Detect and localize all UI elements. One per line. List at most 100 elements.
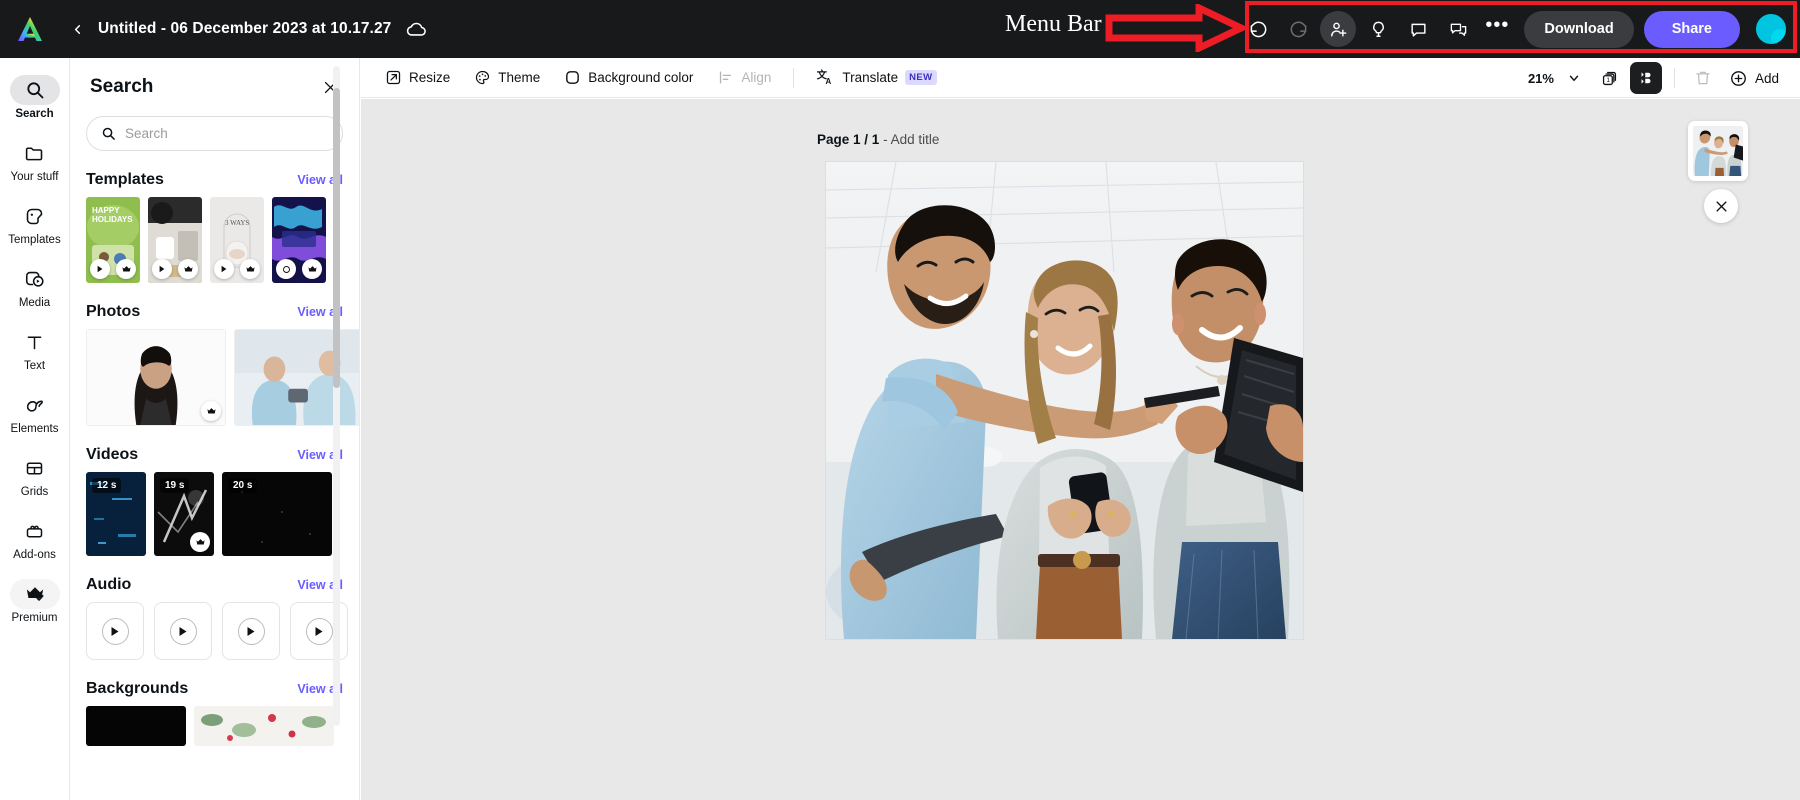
sidebar-item-label: Text [23,360,46,372]
play-icon[interactable] [214,259,234,279]
grids-icon [10,453,60,483]
align-label: Align [741,70,772,85]
download-button[interactable]: Download [1524,10,1634,48]
sidebar-item-elements[interactable]: Elements [0,381,70,444]
sidebar-item-search[interactable]: Search [0,66,70,129]
undo-icon[interactable] [1240,11,1276,47]
zoom-level-value[interactable]: 21% [1528,71,1554,86]
theme-button[interactable]: Theme [464,63,550,93]
sidebar-item-media[interactable]: Media [0,255,70,318]
section-header-photos: Photos View all [70,303,359,321]
crown-icon [116,259,136,279]
video-duration-badge: 20 s [228,478,258,493]
translate-button[interactable]: 文 A Translate NEW [806,63,946,93]
backgrounds-strip [70,706,359,746]
canvas-area[interactable]: Page 1 / 1 - Add title [361,99,1800,800]
audio-card[interactable] [154,602,212,660]
search-input[interactable] [125,126,328,141]
more-options-icon[interactable]: ••• [1480,11,1514,47]
document-title[interactable]: Untitled - 06 December 2023 at 10.17.27 [98,20,391,38]
video-card[interactable]: 19 s [154,472,214,556]
panel-scrollbar[interactable] [333,66,340,726]
svg-text:A: A [826,77,832,86]
avatar[interactable] [1756,14,1786,44]
video-card[interactable]: 12 s [86,472,146,556]
search-icon [9,75,60,105]
template-card[interactable] [148,197,202,283]
page-photo[interactable] [826,162,1303,639]
photo-card[interactable] [234,329,359,426]
toolbar-divider-right [1673,68,1675,88]
back-button[interactable] [60,0,94,58]
video-duration-badge: 12 s [92,478,122,493]
sidebar-item-premium[interactable]: Premium [0,570,70,633]
grid-view-icon[interactable] [1629,62,1662,94]
chat-icon[interactable] [1440,11,1476,47]
resize-icon [385,69,402,86]
add-title-placeholder[interactable]: - Add title [883,132,939,147]
sidebar-item-label: Search [15,108,54,120]
editor-toolbar-right: 21% 1 Add [1528,58,1788,98]
redo-icon[interactable] [1280,11,1316,47]
play-icon[interactable] [90,259,110,279]
trash-icon[interactable] [1687,62,1719,94]
sidebar-item-text[interactable]: Text [0,318,70,381]
page-count-icon[interactable]: 1 [1594,62,1626,94]
page-title-label[interactable]: Page 1 / 1 - Add title [817,132,939,147]
template-card[interactable]: HAPPY HOLIDAYS [86,197,140,283]
folder-icon [10,138,60,168]
sidebar-item-your-stuff[interactable]: Your stuff [0,129,70,192]
play-icon[interactable] [152,259,172,279]
video-duration-badge: 19 s [160,478,190,493]
crown-icon [201,401,221,421]
sidebar-item-label: Premium [11,612,58,624]
sidebar-item-add-ons[interactable]: Add-ons [0,507,70,570]
background-color-button[interactable]: Background color [554,63,703,93]
annotation-arrow-icon [1105,2,1250,57]
scrollbar-thumb[interactable] [333,88,340,388]
align-button[interactable]: Align [707,63,781,93]
resize-label: Resize [409,70,451,85]
ideas-lightbulb-icon[interactable] [1360,11,1396,47]
editor-toolbar: Resize Theme Background color Align 文 A … [361,58,1800,98]
audio-strip [70,602,359,660]
menu-bar-annotation-label: Menu Bar [1005,11,1102,37]
add-label: Add [1754,70,1779,86]
template-card[interactable] [272,197,326,283]
audio-card[interactable] [86,602,144,660]
align-icon [717,69,734,86]
audio-card[interactable] [222,602,280,660]
crown-icon [9,579,60,609]
top-bar: Untitled - 06 December 2023 at 10.17.27 … [0,0,1800,58]
translate-icon: 文 A [816,68,835,87]
add-page-button[interactable]: Add [1723,63,1788,93]
comment-icon[interactable] [1400,11,1436,47]
background-card[interactable] [194,706,334,746]
svg-text:1: 1 [1607,76,1611,83]
addons-icon [10,516,60,546]
page-thumbnail[interactable] [1688,121,1748,181]
audio-icon[interactable] [276,259,296,279]
background-card[interactable] [86,706,186,746]
close-thumbnail-panel-button[interactable] [1704,189,1738,223]
sidebar-item-templates[interactable]: Templates [0,192,70,255]
add-collaborator-icon[interactable] [1320,11,1357,47]
sidebar-item-grids[interactable]: Grids [0,444,70,507]
section-header-templates: Templates View all [70,171,359,189]
section-header-videos: Videos View all [70,446,359,464]
photo-card[interactable] [86,329,226,426]
sidebar-item-label: Add-ons [13,549,56,561]
canva-logo-icon[interactable] [0,0,60,58]
design-page[interactable] [826,162,1303,639]
search-input-wrapper[interactable] [86,116,343,151]
play-icon [305,617,333,645]
plus-circle-icon [1729,69,1748,88]
translate-label: Translate [842,70,899,85]
top-bar-actions: ••• Download Share [1240,0,1790,58]
sidebar-item-label: Elements [10,423,59,435]
chevron-down-icon[interactable] [1558,62,1590,94]
resize-button[interactable]: Resize [375,63,460,93]
video-card[interactable]: 20 s [222,472,332,556]
share-button[interactable]: Share [1643,10,1740,48]
template-card[interactable]: 3 WAYS [210,197,264,283]
